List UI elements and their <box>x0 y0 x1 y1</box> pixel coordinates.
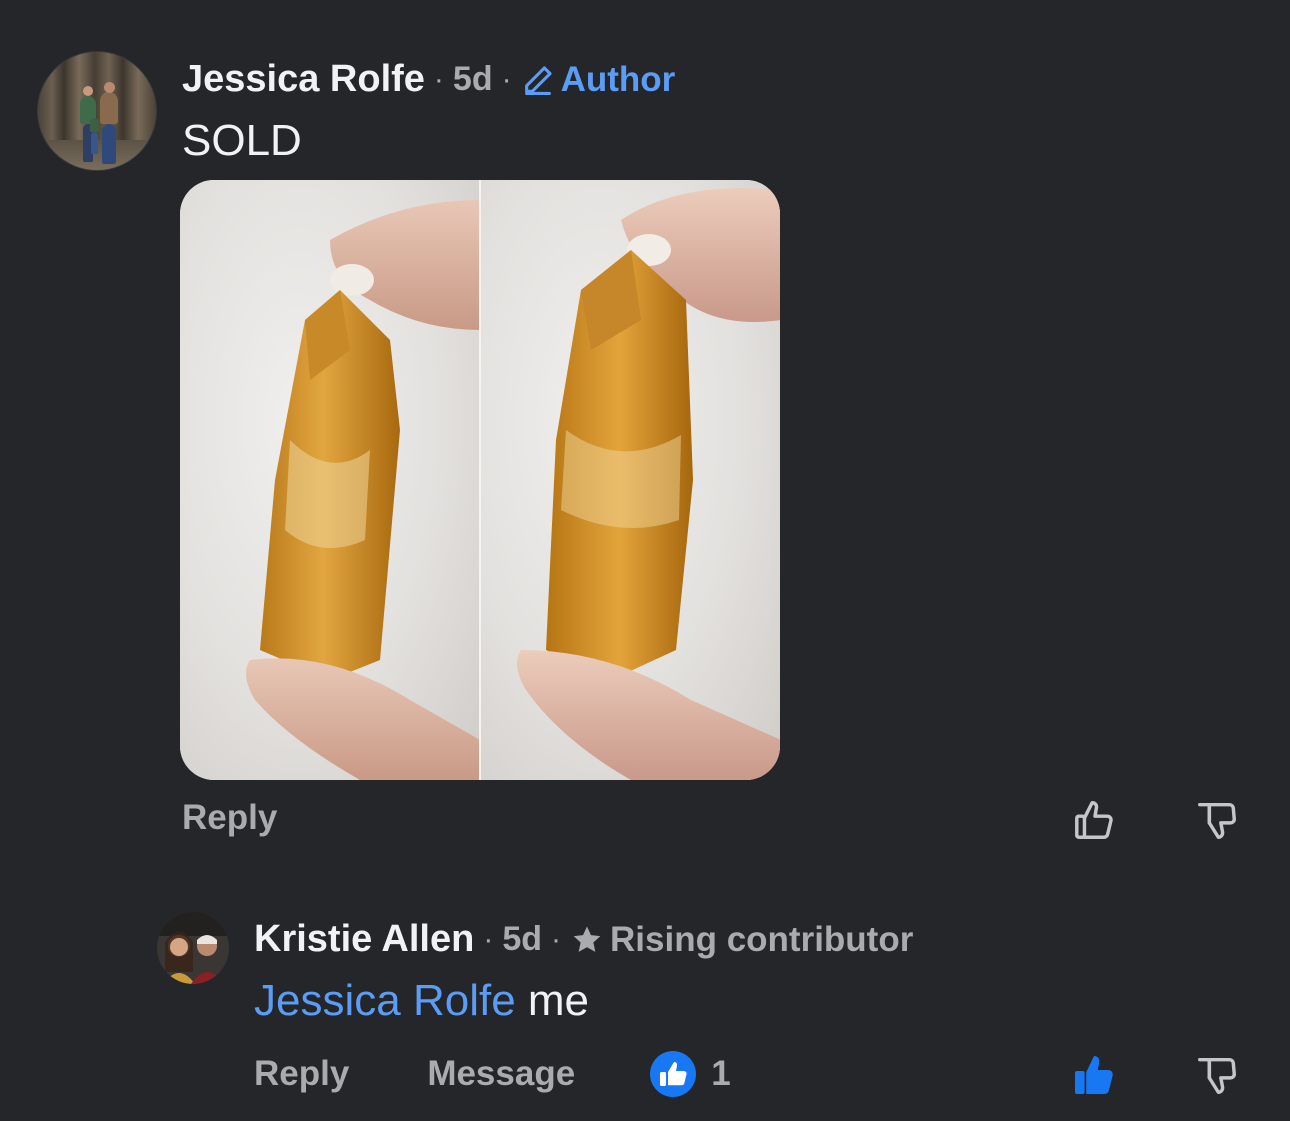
upvote-button[interactable] <box>1070 795 1120 845</box>
comment-header: Kristie Allen · 5d · Rising contributor <box>254 918 913 961</box>
star-icon <box>573 926 601 952</box>
avatar-photo <box>157 912 229 984</box>
message-button[interactable]: Message <box>427 1054 575 1094</box>
thumbs-up-outline-icon <box>1075 801 1113 839</box>
separator-dot: · <box>433 62 444 96</box>
separator-dot: · <box>551 922 562 956</box>
thumbs-up-filled-icon <box>1075 1056 1113 1094</box>
reaction-count[interactable]: 1 <box>649 1050 731 1098</box>
author-badge: Author <box>521 59 676 100</box>
reply-button[interactable]: Reply <box>254 1054 349 1094</box>
comment-photo[interactable] <box>180 180 780 780</box>
avatar[interactable] <box>157 912 229 984</box>
comment-actions: Reply Message 1 <box>254 1050 731 1098</box>
photo-left-half <box>180 180 479 780</box>
comment-text: Jessica Rolfe me <box>254 976 589 1026</box>
timestamp[interactable]: 5d <box>502 920 542 959</box>
author-name[interactable]: Jessica Rolfe <box>182 58 425 101</box>
separator-dot: · <box>483 922 494 956</box>
photo-right-half <box>479 180 780 780</box>
badge-label: Author <box>560 59 676 99</box>
like-count: 1 <box>711 1054 731 1093</box>
thumbs-down-outline-icon <box>1198 802 1236 839</box>
timestamp[interactable]: 5d <box>453 60 493 99</box>
comment-body: me <box>515 976 590 1025</box>
upvote-button[interactable] <box>1070 1050 1120 1100</box>
reply-button[interactable]: Reply <box>182 798 277 838</box>
separator-dot: · <box>501 62 512 96</box>
comment-text: SOLD <box>182 116 302 165</box>
rising-contributor-badge: Rising contributor <box>570 920 913 960</box>
crystal-image <box>246 200 479 780</box>
author-name[interactable]: Kristie Allen <box>254 918 474 961</box>
downvote-button[interactable] <box>1192 1050 1242 1100</box>
downvote-button[interactable] <box>1192 795 1242 845</box>
pencil-icon <box>524 65 552 95</box>
crystal-image <box>517 188 780 780</box>
avatar[interactable] <box>37 51 157 171</box>
like-reaction-icon <box>650 1051 697 1097</box>
comment-header: Jessica Rolfe · 5d · Author <box>182 58 675 101</box>
thumbs-down-outline-icon <box>1198 1057 1236 1094</box>
mention-link[interactable]: Jessica Rolfe <box>254 976 516 1025</box>
badge-label: Rising contributor <box>610 919 914 959</box>
